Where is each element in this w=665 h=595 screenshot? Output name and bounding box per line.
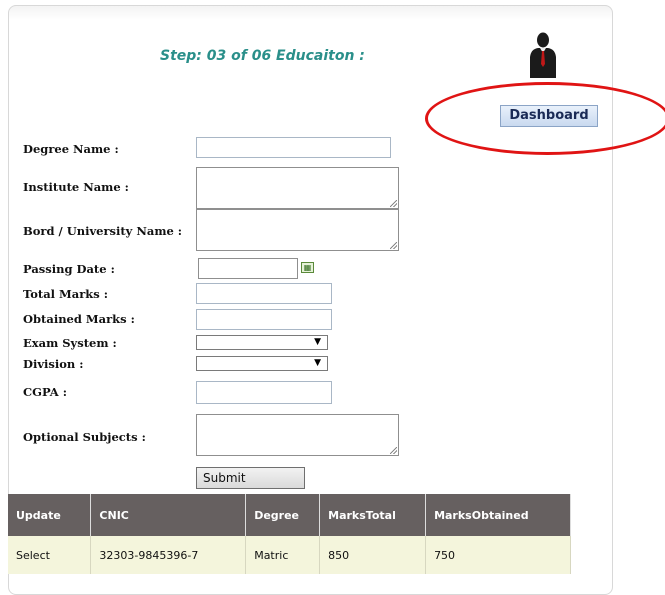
table-header-row: Update CNIC Degree MarksTotal MarksObtai… — [8, 494, 571, 536]
passing-date-label: Passing Date : — [23, 262, 115, 276]
cell-marks-total: 850 — [319, 536, 427, 574]
exam-system-select[interactable]: ▼ — [196, 335, 328, 350]
step-title: Step: 03 of 06 Educaiton : — [160, 48, 365, 64]
optional-subjects-label: Optional Subjects : — [23, 430, 146, 444]
cgpa-input[interactable] — [196, 381, 332, 404]
institute-name-textarea[interactable] — [196, 167, 399, 209]
division-label: Division : — [23, 357, 84, 371]
total-marks-label: Total Marks : — [23, 287, 108, 301]
obtained-marks-input[interactable] — [196, 309, 332, 330]
resize-grip-icon[interactable] — [390, 242, 397, 249]
resize-grip-icon[interactable] — [390, 200, 397, 207]
header-marks-total: MarksTotal — [319, 494, 427, 536]
cell-marks-obtained: 750 — [425, 536, 571, 574]
cgpa-label: CGPA : — [23, 385, 67, 399]
header-cnic: CNIC — [90, 494, 247, 536]
header-degree: Degree — [245, 494, 321, 536]
header-marks-obtained: MarksObtained — [425, 494, 571, 536]
header-update: Update — [8, 494, 92, 536]
board-university-label: Bord / University Name : — [23, 224, 183, 238]
passing-date-input[interactable] — [198, 258, 298, 279]
division-select[interactable]: ▼ — [196, 356, 328, 371]
optional-subjects-textarea[interactable] — [196, 414, 399, 456]
table-row: Select 32303-9845396-7 Matric 850 750 — [8, 536, 571, 574]
dashboard-button[interactable]: Dashboard — [500, 105, 598, 127]
dropdown-arrow-icon: ▼ — [314, 358, 321, 368]
obtained-marks-label: Obtained Marks : — [23, 312, 135, 326]
institute-name-label: Institute Name : — [23, 180, 129, 194]
resize-grip-icon[interactable] — [390, 447, 397, 454]
dropdown-arrow-icon: ▼ — [314, 337, 321, 347]
total-marks-input[interactable] — [196, 283, 332, 304]
select-link[interactable]: Select — [8, 536, 92, 574]
board-university-textarea[interactable] — [196, 209, 399, 251]
degree-name-label: Degree Name : — [23, 142, 119, 156]
submit-button[interactable]: Submit — [196, 467, 305, 489]
degree-name-input[interactable] — [196, 137, 391, 158]
cell-degree: Matric — [245, 536, 321, 574]
education-table: Update CNIC Degree MarksTotal MarksObtai… — [8, 494, 571, 574]
calendar-icon[interactable]: ▦ — [301, 262, 314, 273]
cell-cnic: 32303-9845396-7 — [90, 536, 247, 574]
exam-system-label: Exam System : — [23, 336, 117, 350]
user-avatar-icon — [530, 32, 556, 78]
